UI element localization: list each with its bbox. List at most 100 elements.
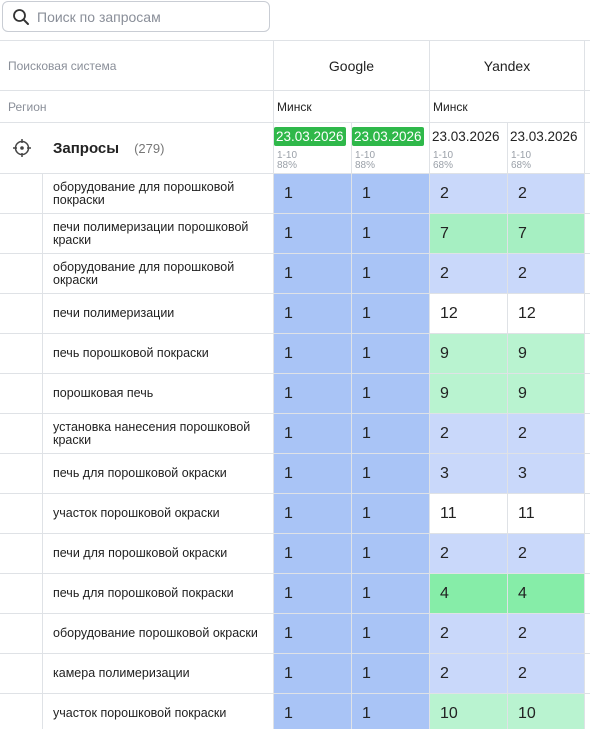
row-select-cell[interactable] [0,694,43,729]
row-select-cell[interactable] [0,174,43,213]
position-cell[interactable]: 1 [351,254,429,293]
query-rows: оборудование для порошковой покраски 1 1 2 2… [0,174,590,729]
position-cell[interactable]: 11 [507,494,585,533]
row-select-cell[interactable] [0,534,43,573]
table-row[interactable]: оборудование порошковой окраски 1 1 2 2 [0,614,590,654]
position-cell[interactable]: 10 [429,694,507,729]
position-cell[interactable]: 2 [507,174,585,213]
position-cell[interactable]: 12 [507,294,585,333]
region-label: Регион [8,99,47,114]
position-cell[interactable]: 2 [507,654,585,693]
position-cell[interactable]: 1 [351,414,429,453]
position-cell[interactable]: 2 [507,254,585,293]
position-cell[interactable]: 1 [351,214,429,253]
engine-yandex[interactable]: Yandex [429,41,585,90]
position-cell[interactable]: 2 [429,534,507,573]
position-cell[interactable]: 1 [273,214,351,253]
table-row[interactable]: участок порошковой покраски 1 1 10 10 [0,694,590,729]
table-row[interactable]: печь для порошковой покраски 1 1 4 4 [0,574,590,614]
row-select-cell[interactable] [0,614,43,653]
position-cell[interactable]: 1 [273,174,351,213]
row-select-cell[interactable] [0,294,43,333]
query-text: участок порошковой окраски [53,506,220,520]
position-cell[interactable]: 1 [273,294,351,333]
position-cell[interactable]: 2 [429,614,507,653]
search-input[interactable] [37,8,257,25]
position-cell[interactable]: 1 [273,334,351,373]
position-cell[interactable]: 9 [507,334,585,373]
table-row[interactable]: порошковая печь 1 1 9 9 [0,374,590,414]
target-icon[interactable] [0,123,43,173]
position-cell[interactable]: 1 [351,614,429,653]
position-cell[interactable]: 1 [351,574,429,613]
position-cell[interactable]: 4 [507,574,585,613]
position-cell[interactable]: 1 [273,454,351,493]
position-cell[interactable]: 1 [351,334,429,373]
position-cell[interactable]: 4 [429,574,507,613]
table-row[interactable]: печь порошковой покраски 1 1 9 9 [0,334,590,374]
search-box[interactable] [2,1,270,32]
position-cell[interactable]: 11 [429,494,507,533]
position-cell[interactable]: 1 [273,374,351,413]
position-cell[interactable]: 1 [273,654,351,693]
table-row[interactable]: печь для порошковой окраски 1 1 3 3 [0,454,590,494]
table-row[interactable]: камера полимеризации 1 1 2 2 [0,654,590,694]
row-select-cell[interactable] [0,214,43,253]
position-cell[interactable]: 3 [507,454,585,493]
engine-google[interactable]: Google [273,41,429,90]
position-cell[interactable]: 2 [507,414,585,453]
table-row[interactable]: печи полимеризации порошковой краски 1 1 7 7 [0,214,590,254]
row-select-cell[interactable] [0,254,43,293]
row-select-cell[interactable] [0,334,43,373]
position-cell[interactable]: 9 [507,374,585,413]
position-cell[interactable]: 2 [429,174,507,213]
query-text: оборудование для порошковой окраски [53,259,235,287]
row-select-cell[interactable] [0,454,43,493]
date-column-2[interactable]: 23.03.2026 1-10 88% [351,123,429,173]
position-cell[interactable]: 1 [351,174,429,213]
position-cell[interactable]: 12 [429,294,507,333]
table-row[interactable]: установка нанесения порошковой краски 1 1 2… [0,414,590,454]
position-cell[interactable]: 1 [351,534,429,573]
date-column-1[interactable]: 23.03.2026 1-10 88% [273,123,351,173]
row-select-cell[interactable] [0,374,43,413]
table-row[interactable]: печи для порошковой окраски 1 1 2 2 [0,534,590,574]
position-cell[interactable]: 2 [429,254,507,293]
position-cell[interactable]: 1 [273,414,351,453]
position-cell[interactable]: 7 [429,214,507,253]
row-select-cell[interactable] [0,654,43,693]
position-cell[interactable]: 2 [507,534,585,573]
table-row[interactable]: печи полимеризации 1 1 12 12 [0,294,590,334]
position-cell[interactable]: 1 [351,374,429,413]
position-cell[interactable]: 10 [507,694,585,729]
position-cell[interactable]: 1 [273,534,351,573]
query-text: печи для порошковой окраски [53,546,228,560]
row-select-cell[interactable] [0,494,43,533]
position-cell[interactable]: 3 [429,454,507,493]
position-cell[interactable]: 1 [273,614,351,653]
row-select-cell[interactable] [0,414,43,453]
position-cell[interactable]: 1 [273,254,351,293]
date-column-3[interactable]: 23.03.2026 1-10 68% [429,123,507,173]
table-row[interactable]: участок порошковой окраски 1 1 11 11 [0,494,590,534]
position-cell[interactable]: 1 [351,494,429,533]
position-cell[interactable]: 1 [273,574,351,613]
position-cell[interactable]: 9 [429,374,507,413]
position-cell[interactable]: 7 [507,214,585,253]
position-cell[interactable]: 1 [273,494,351,533]
query-text: печь для порошковой покраски [53,586,234,600]
position-cell[interactable]: 1 [351,454,429,493]
position-cell[interactable]: 1 [351,654,429,693]
date-column-4[interactable]: 23.03.2026 1-10 68% [507,123,585,173]
position-cell[interactable]: 2 [429,414,507,453]
row-select-cell[interactable] [0,574,43,613]
table-row[interactable]: оборудование для порошковой окраски 1 1 2 2 [0,254,590,294]
position-cell[interactable]: 1 [351,694,429,729]
region-header-row: Регион Минск Минск [0,91,590,123]
position-cell[interactable]: 9 [429,334,507,373]
position-cell[interactable]: 2 [507,614,585,653]
position-cell[interactable]: 1 [273,694,351,729]
position-cell[interactable]: 2 [429,654,507,693]
table-row[interactable]: оборудование для порошковой покраски 1 1 2 2 [0,174,590,214]
position-cell[interactable]: 1 [351,294,429,333]
